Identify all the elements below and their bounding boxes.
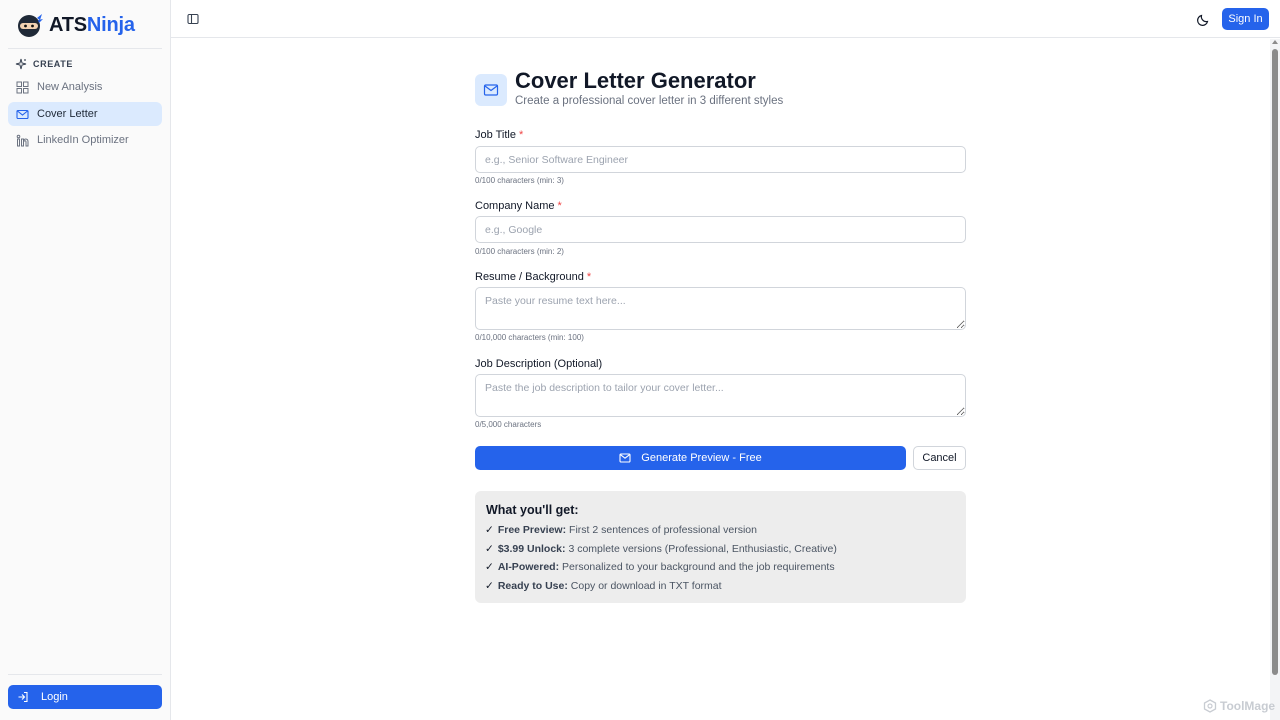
sidebar-item-label: Cover Letter: [37, 108, 98, 120]
mail-icon: [483, 84, 499, 96]
company-name-char-count: 0/100 characters (min: 2): [475, 247, 564, 256]
required-marker: *: [519, 129, 524, 141]
sidebar-divider: [8, 674, 162, 675]
resume-label: Resume / Background *: [475, 271, 591, 283]
watermark-text: ToolMage: [1220, 699, 1276, 713]
benefit-item-text: Personalized to your background and the …: [562, 561, 835, 573]
logo-text-ninja: Ninja: [86, 13, 135, 36]
sidebar: ATSNinja CREATE New Analysis Cover Lette…: [0, 0, 171, 720]
login-icon: [18, 691, 28, 703]
check-icon: ✓: [485, 543, 494, 555]
sparkles-icon: [15, 58, 27, 70]
field-label-text: Job Title: [475, 129, 516, 141]
toolmage-watermark: ToolMage: [1203, 699, 1275, 713]
page-subtitle: Create a professional cover letter in 3 …: [515, 95, 784, 107]
field-label-text: Company Name: [475, 200, 555, 212]
resume-char-count: 0/10,000 characters (min: 100): [475, 333, 584, 342]
benefit-item-text: 3 complete versions (Professional, Enthu…: [568, 543, 837, 555]
toolmage-logo-icon: [1203, 699, 1217, 713]
top-bar: Sign In: [171, 0, 1280, 38]
logo[interactable]: ATSNinja: [15, 11, 135, 39]
required-marker: *: [586, 271, 592, 283]
benefit-item-bold: Free Preview:: [497, 524, 567, 536]
mail-icon: [16, 109, 29, 119]
benefit-item-bold: $3.99 Unlock:: [497, 543, 566, 555]
job-description-char-count: 0/5,000 characters: [475, 420, 542, 429]
benefit-item: ✓ AI-Powered: Personalized to your backgr…: [485, 561, 835, 573]
company-name-label: Company Name *: [475, 200, 562, 212]
login-label: Login: [41, 691, 68, 703]
benefit-item: ✓ Free Preview: First 2 sentences of prof…: [485, 524, 757, 536]
page-title: Cover Letter Generator: [515, 68, 756, 93]
benefit-item: ✓ $3.99 Unlock: 3 complete versions (Prof…: [485, 543, 837, 555]
moon-icon[interactable]: [1196, 11, 1212, 27]
sidebar-item-cover-letter[interactable]: Cover Letter: [8, 102, 162, 126]
benefit-item-text: Copy or download in TXT format: [570, 580, 722, 592]
scroll-up-arrow-icon[interactable]: [1272, 40, 1278, 44]
sidebar-item-label: LinkedIn Optimizer: [37, 134, 129, 146]
sidebar-section-create: CREATE: [15, 58, 73, 70]
grid-icon: [16, 81, 29, 93]
check-icon: ✓: [485, 580, 494, 592]
mail-icon: [619, 453, 631, 463]
job-title-input[interactable]: [475, 146, 966, 173]
required-marker: *: [557, 200, 562, 212]
job-description-label: Job Description (Optional): [475, 358, 603, 370]
resume-textarea[interactable]: [475, 287, 966, 330]
cancel-button[interactable]: Cancel: [913, 446, 966, 470]
generate-preview-label: Generate Preview - Free: [641, 452, 762, 464]
sidebar-toggle-icon[interactable]: [186, 12, 200, 26]
benefit-item-text: First 2 sentences of professional versio…: [569, 524, 757, 536]
benefit-item-bold: Ready to Use:: [497, 580, 568, 592]
login-button[interactable]: Login: [8, 685, 162, 709]
ninja-logo-icon: [18, 14, 43, 37]
job-title-label: Job Title *: [475, 129, 523, 141]
check-icon: ✓: [485, 524, 494, 536]
sidebar-section-label: CREATE: [33, 59, 73, 69]
header-icon-badge: [475, 74, 507, 106]
sidebar-item-label: New Analysis: [37, 81, 103, 93]
field-label-text: Resume / Background: [475, 271, 584, 283]
sign-in-button[interactable]: Sign In: [1222, 8, 1269, 30]
scrollbar[interactable]: [1270, 39, 1280, 720]
benefit-item: ✓ Ready to Use: Copy or download in TXT f…: [485, 580, 722, 592]
sidebar-divider: [8, 48, 162, 49]
benefits-title: What you'll get:: [486, 503, 579, 517]
benefit-item-bold: AI-Powered:: [497, 561, 560, 573]
job-title-char-count: 0/100 characters (min: 3): [475, 176, 564, 185]
job-description-textarea[interactable]: [475, 374, 966, 417]
sidebar-item-linkedin-optimizer[interactable]: LinkedIn Optimizer: [8, 128, 162, 152]
logo-text-ats: ATS: [49, 13, 87, 36]
benefits-box: What you'll get: ✓ Free Preview: First 2 …: [475, 491, 966, 603]
check-icon: ✓: [485, 561, 494, 573]
sidebar-item-new-analysis[interactable]: New Analysis: [8, 75, 162, 99]
generate-preview-button[interactable]: Generate Preview - Free: [475, 446, 906, 470]
company-name-input[interactable]: [475, 216, 966, 243]
scrollbar-thumb[interactable]: [1272, 49, 1278, 675]
linkedin-icon: [16, 134, 29, 146]
